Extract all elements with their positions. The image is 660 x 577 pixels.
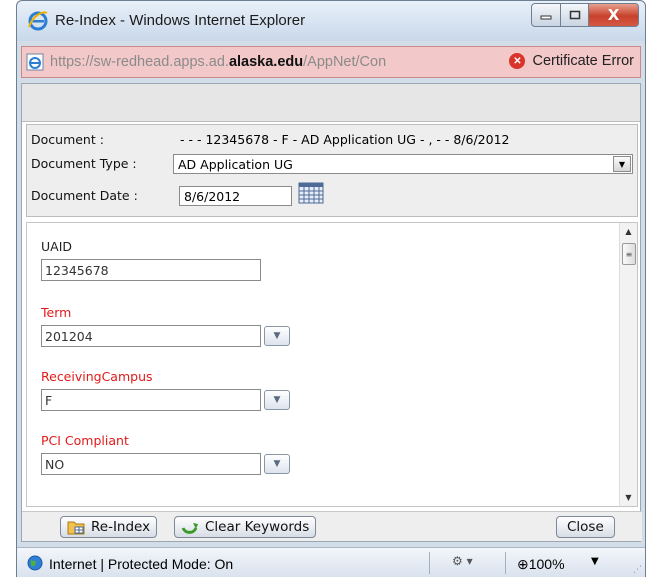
term-input[interactable]: 201204 xyxy=(41,325,261,347)
internet-explorer-icon xyxy=(28,11,48,31)
globe-icon xyxy=(27,555,43,571)
calendar-icon[interactable] xyxy=(298,182,324,204)
uaid-input[interactable]: 12345678 xyxy=(41,259,261,281)
maximize-icon xyxy=(569,10,580,20)
zoom-level[interactable]: ⊕100% xyxy=(517,556,565,573)
document-type-label: Document Type : xyxy=(31,156,137,171)
scroll-thumb[interactable]: ≡ xyxy=(622,243,636,265)
minimize-button[interactable] xyxy=(531,3,561,27)
receiving-campus-input[interactable]: F xyxy=(41,389,261,411)
address-url[interactable]: https://sw-redhead.apps.ad.alaska.edu/Ap… xyxy=(50,54,386,70)
document-header-panel: Document : - - - 12345678 - F - AD Appli… xyxy=(26,124,638,217)
uaid-label: UAID xyxy=(41,239,73,254)
scroll-down-arrow-icon[interactable]: ▼ xyxy=(620,489,637,506)
title-bar: Re-Index - Windows Internet Explorer X xyxy=(17,1,645,41)
certificate-error-button[interactable]: ✕ Certificate Error xyxy=(509,53,634,69)
protected-mode-icon[interactable]: ⚙ ▾ xyxy=(452,554,473,568)
chevron-down-icon[interactable]: ▼ xyxy=(613,156,631,172)
url-prefix: https://sw-redhead.apps.ad. xyxy=(50,54,229,70)
close-button[interactable]: Close xyxy=(556,516,615,538)
maximize-button[interactable] xyxy=(561,3,589,27)
receiving-campus-picker-button[interactable]: ▼ xyxy=(264,390,290,410)
window-controls: X xyxy=(531,3,639,27)
document-date-label: Document Date : xyxy=(31,188,138,203)
url-domain: alaska.edu xyxy=(228,54,304,70)
status-separator xyxy=(505,552,506,574)
status-separator xyxy=(429,552,430,574)
clear-keywords-button[interactable]: Clear Keywords xyxy=(174,516,317,538)
clear-keywords-label: Clear Keywords xyxy=(205,519,310,535)
receiving-campus-label: ReceivingCampus xyxy=(41,369,153,384)
reindex-label: Re-Index xyxy=(91,519,151,535)
minimize-icon xyxy=(540,15,552,20)
action-bar: Re-Index Clear Keywords Close xyxy=(22,511,642,541)
scroll-up-arrow-icon[interactable]: ▲ xyxy=(620,223,637,240)
close-label: Close xyxy=(567,519,604,535)
url-suffix: /AppNet/Con xyxy=(303,54,387,70)
uaid-value: 12345678 xyxy=(45,263,109,278)
document-date-input[interactable]: 8/6/2012 xyxy=(179,186,292,206)
status-bar: Internet | Protected Mode: On ⚙ ▾ ⊕100% … xyxy=(17,547,645,577)
zoom-magnifier-icon: ⊕ xyxy=(517,556,529,572)
pci-compliant-picker-button[interactable]: ▼ xyxy=(264,454,290,474)
resize-grip-icon[interactable]: ⋰ xyxy=(633,565,642,575)
document-date-value: 8/6/2012 xyxy=(184,189,241,204)
reindex-button[interactable]: Re-Index xyxy=(60,516,158,538)
document-label: Document : xyxy=(31,132,104,147)
certificate-error-label: Certificate Error xyxy=(532,53,634,69)
document-value: - - - 12345678 - F - AD Application UG -… xyxy=(180,132,510,147)
form-scrollbar[interactable]: ▲ ≡ ▼ xyxy=(619,223,637,506)
zoom-value: 100% xyxy=(528,556,565,572)
security-zone-text: Internet | Protected Mode: On xyxy=(49,556,234,572)
window-title: Re-Index - Windows Internet Explorer xyxy=(55,12,306,29)
page-icon xyxy=(26,53,44,71)
ie-window: Re-Index - Windows Internet Explorer X h… xyxy=(16,0,646,577)
receiving-campus-value: F xyxy=(45,393,53,408)
pci-compliant-value: NO xyxy=(45,457,65,472)
close-window-button[interactable]: X xyxy=(589,3,639,27)
term-picker-button[interactable]: ▼ xyxy=(264,326,290,346)
refresh-arrow-icon xyxy=(181,523,198,534)
document-type-select[interactable]: AD Application UG ▼ xyxy=(173,154,633,174)
toolbar-strip xyxy=(22,84,640,122)
zoom-dropdown-icon[interactable]: ▼ xyxy=(591,556,599,567)
keyword-form[interactable]: UAID 12345678 Term 201204 ▼ ReceivingCam… xyxy=(26,222,638,507)
address-bar[interactable]: https://sw-redhead.apps.ad.alaska.edu/Ap… xyxy=(21,46,641,78)
document-type-value: AD Application UG xyxy=(178,157,293,172)
folder-grid-icon xyxy=(67,521,85,535)
pci-compliant-label: PCI Compliant xyxy=(41,433,129,448)
close-icon: X xyxy=(607,6,620,24)
pci-compliant-input[interactable]: NO xyxy=(41,453,261,475)
page-content: Document : - - - 12345678 - F - AD Appli… xyxy=(21,83,642,542)
certificate-error-icon: ✕ xyxy=(509,53,526,69)
term-label: Term xyxy=(41,305,72,320)
term-value: 201204 xyxy=(45,329,93,344)
